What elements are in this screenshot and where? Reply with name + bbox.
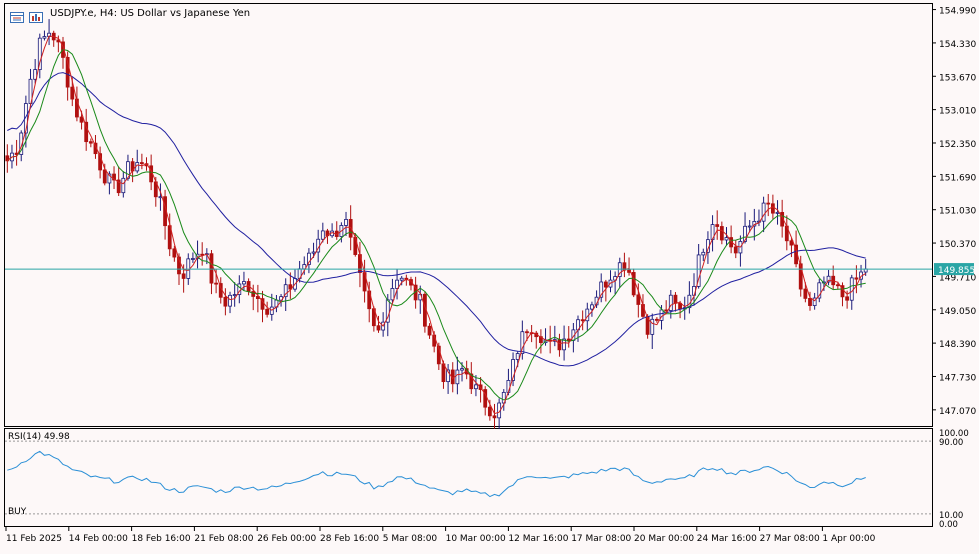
candle-body xyxy=(492,415,497,419)
chart-background xyxy=(0,0,979,550)
time-axis-label: 14 Feb 00:00 xyxy=(69,534,128,544)
time-axis-label: 26 Feb 00:00 xyxy=(257,534,316,544)
candle-body xyxy=(191,258,195,260)
time-axis-label: 18 Feb 16:00 xyxy=(132,534,191,544)
chart-canvas[interactable]: 154.990 154.330 153.670 153.010 152.350 151.6… xyxy=(0,0,979,550)
price-axis-label: 154.990 xyxy=(939,7,976,17)
signal-badge: BUY xyxy=(8,507,27,517)
rsi-axis-label: 90.00 xyxy=(939,438,963,448)
candle-body xyxy=(427,325,432,336)
candle-body xyxy=(265,308,270,315)
candle-body xyxy=(775,212,780,214)
candle-body xyxy=(766,202,771,205)
candle-body xyxy=(845,296,850,301)
time-axis-label: 28 Feb 16:00 xyxy=(320,534,379,544)
time-axis-label: 11 Feb 2025 xyxy=(6,534,62,544)
trading-chart-window[interactable]: 154.990 154.330 153.670 153.010 152.350 151.6… xyxy=(0,0,979,550)
candle-body xyxy=(399,277,404,281)
candle-body xyxy=(214,282,219,285)
candle-body xyxy=(678,302,682,310)
price-axis-label: 151.690 xyxy=(939,173,976,183)
current-price-label: 149.855 xyxy=(938,266,975,276)
time-axis-label: 1 Apr 00:00 xyxy=(822,534,875,544)
rsi-label: RSI(14) 49.98 xyxy=(8,432,70,442)
candle-body xyxy=(668,294,673,311)
bar-chart-icon[interactable] xyxy=(29,8,43,23)
candle-body xyxy=(770,203,775,214)
candle-body xyxy=(636,294,641,305)
candle-body xyxy=(580,319,585,322)
price-axis-label: 149.050 xyxy=(939,307,976,317)
candle-body xyxy=(70,86,75,100)
time-axis-label: 21 Feb 08:00 xyxy=(194,534,253,544)
candle-body xyxy=(808,297,812,306)
candle-body xyxy=(139,162,144,165)
candle-body xyxy=(724,237,729,241)
candle-body xyxy=(209,253,214,284)
candle-body xyxy=(242,281,246,285)
candle-body xyxy=(487,406,492,417)
candle-body xyxy=(474,384,478,390)
candle-body xyxy=(223,296,228,307)
candle-body xyxy=(390,288,395,301)
candle-body xyxy=(525,331,529,334)
candle-body xyxy=(102,169,107,184)
candle-body xyxy=(673,294,678,304)
candle-body xyxy=(854,277,859,280)
candle-body xyxy=(79,116,84,123)
candle-body xyxy=(803,288,808,299)
candle-body xyxy=(158,196,163,199)
candle-body xyxy=(172,248,177,258)
candle xyxy=(423,291,427,333)
candle-body xyxy=(228,294,232,307)
candle-body xyxy=(701,251,706,256)
time-axis-label: 20 Mar 00:00 xyxy=(634,534,694,544)
candle-body xyxy=(320,230,325,240)
candle-body xyxy=(181,273,186,279)
price-axis-label: 147.730 xyxy=(939,373,976,383)
chart-window-icon[interactable] xyxy=(10,8,24,23)
candle-body xyxy=(590,304,594,310)
candle-body xyxy=(557,339,562,351)
price-axis-label: 153.670 xyxy=(939,73,976,83)
candle-body xyxy=(311,251,316,254)
rsi-axis-label: 0.00 xyxy=(939,520,958,530)
candle-body xyxy=(251,291,256,297)
candle-body xyxy=(455,369,460,385)
candle-body xyxy=(515,353,520,360)
candle-body xyxy=(566,338,571,341)
candle-body xyxy=(460,368,464,371)
price-axis-label: 151.030 xyxy=(939,207,976,217)
time-axis-label: 17 Mar 08:00 xyxy=(571,534,631,544)
time-axis-label: 12 Mar 16:00 xyxy=(508,534,568,544)
candle-body xyxy=(733,246,738,254)
time-axis-label: 27 Mar 08:00 xyxy=(760,534,820,544)
price-axis-label: 147.070 xyxy=(939,407,976,417)
price-axis-label: 148.390 xyxy=(939,340,976,350)
candle-body xyxy=(715,224,720,227)
price-axis-label: 154.330 xyxy=(939,40,976,50)
candle-body xyxy=(835,284,840,287)
price-axis-label: 153.010 xyxy=(939,107,976,117)
price-axis-label: 150.370 xyxy=(939,240,976,250)
price-axis-label: 152.350 xyxy=(939,140,976,150)
candle-body xyxy=(376,325,381,331)
time-axis-label: 5 Mar 08:00 xyxy=(383,534,438,544)
candle-body xyxy=(654,318,659,321)
candle-body xyxy=(603,281,608,288)
chart-title: USDJPY.e, H4: US Dollar vs Japanese Yen xyxy=(50,8,251,19)
candle-body xyxy=(344,219,348,226)
time-axis-label: 24 Mar 16:00 xyxy=(697,534,757,544)
time-axis-label: 10 Mar 00:00 xyxy=(446,534,506,544)
candle-body xyxy=(761,202,766,222)
candle-body xyxy=(42,36,47,39)
candle-body xyxy=(719,226,724,241)
candle-body xyxy=(849,277,854,301)
candle-body xyxy=(747,225,752,228)
candle-body xyxy=(232,294,237,296)
candle-body xyxy=(121,177,126,194)
candle-body xyxy=(88,141,93,144)
